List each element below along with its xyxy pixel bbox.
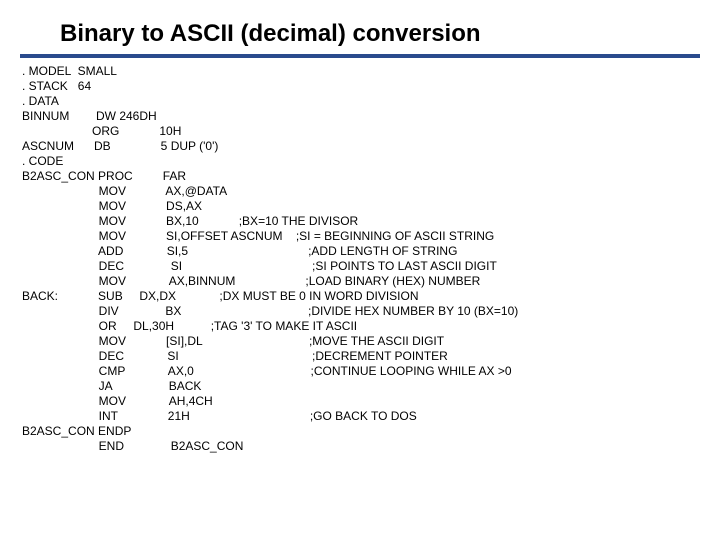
- title-rule: [20, 54, 700, 58]
- code-block: . MODEL SMALL . STACK 64 . DATA BINNUM D…: [0, 64, 720, 454]
- page-title: Binary to ASCII (decimal) conversion: [0, 0, 720, 54]
